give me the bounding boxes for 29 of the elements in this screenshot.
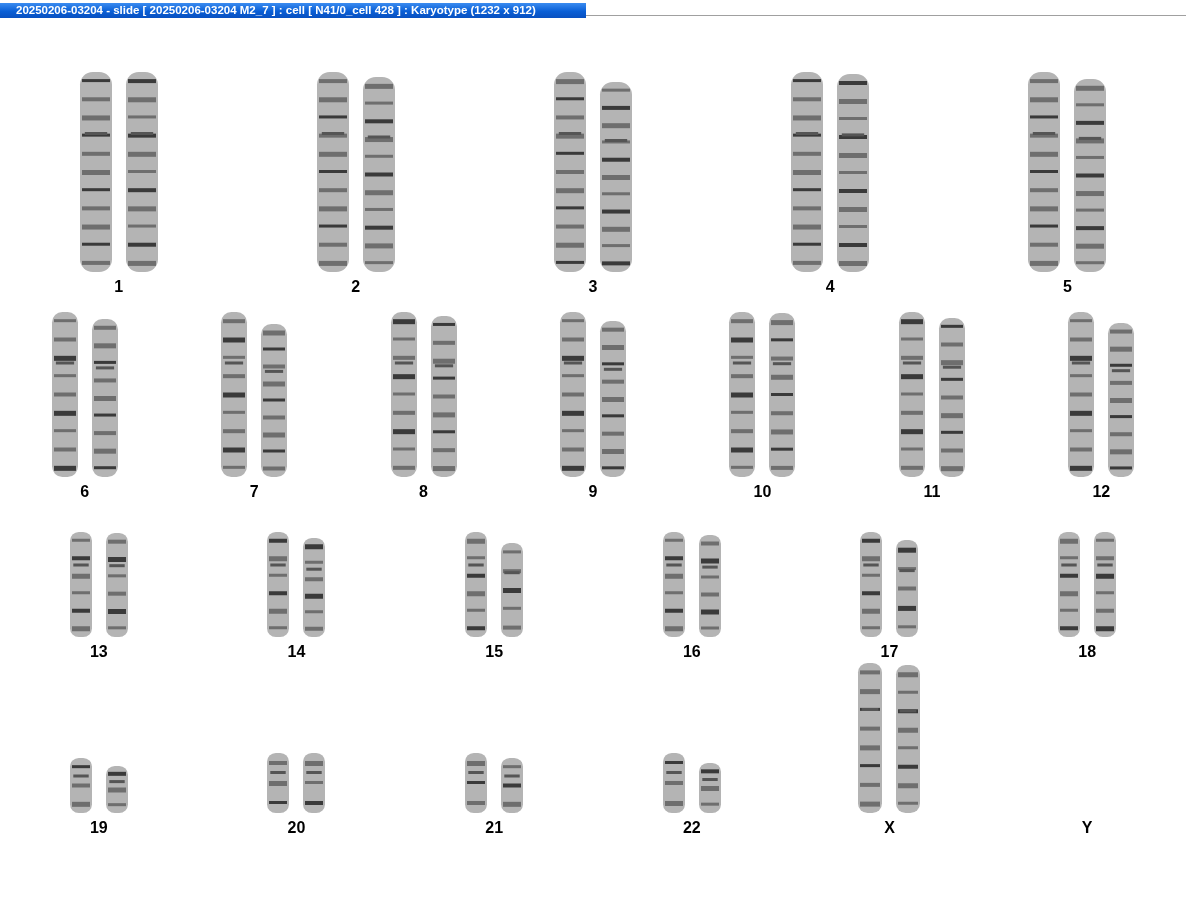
chromosome-label: 8: [419, 483, 428, 501]
chromosome-pair-drawing: [69, 758, 128, 813]
chromosome-label: 21: [485, 819, 504, 836]
chromosome-label: 3: [588, 278, 598, 296]
chromosome-label: 14: [287, 643, 306, 661]
chromosome-label: 4: [825, 278, 835, 296]
chromosome-label: X: [884, 819, 895, 836]
chromosome-label: Y: [1081, 819, 1093, 836]
chromosome-label: 18: [1078, 643, 1097, 661]
chromosome-label: 7: [249, 483, 259, 501]
chromosome-pair-drawing: [465, 753, 524, 813]
chromosome-label: 20: [287, 819, 306, 836]
chromosome-label: 22: [682, 819, 701, 836]
chromosome-pair-drawing: [267, 753, 326, 813]
chromosome-label: 19: [89, 819, 108, 836]
chromosome-label: 16: [682, 643, 701, 661]
chromosome-label: 6: [80, 483, 90, 501]
chromosome-label: 5: [1062, 278, 1072, 296]
chromosome-label: 17: [880, 643, 899, 661]
chromosome-label: 11: [923, 483, 941, 501]
chromosome-label: 12: [1092, 483, 1111, 501]
chromosome-label: 2: [351, 278, 361, 296]
chromosome-label: 1: [114, 278, 124, 296]
chromosome-label: 9: [588, 483, 598, 501]
chromosome-pair-drawing: [662, 753, 721, 813]
chromosome-label: 13: [89, 643, 108, 661]
window-title: 20250206-03204 - slide [ 20250206-03204 M2_7 ] : cell [ N41/0_cell 428 ] : Karyotype (1232 x 912): [0, 3, 586, 18]
chromosome-label: 10: [753, 483, 772, 501]
chromosome-label: 15: [485, 643, 504, 661]
